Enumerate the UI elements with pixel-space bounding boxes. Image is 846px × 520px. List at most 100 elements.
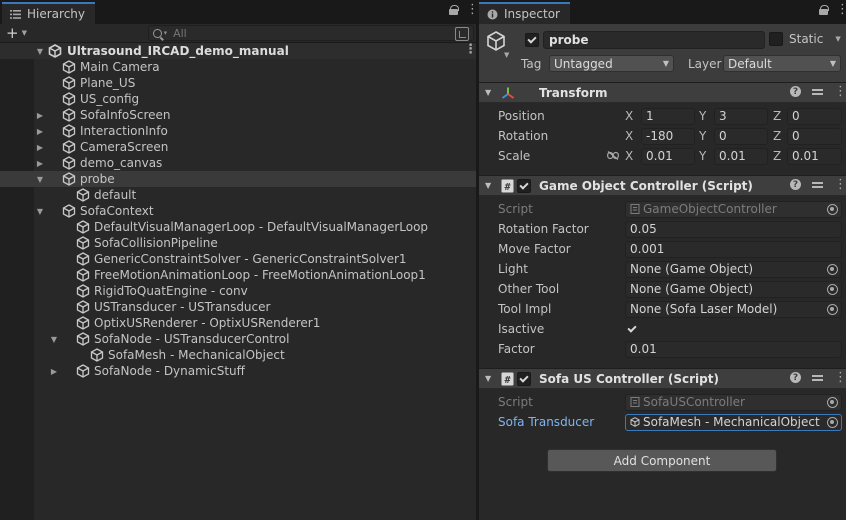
hierarchy-item-sofamesh-mechanicalobject[interactable]: SofaMesh - MechanicalObject [0, 347, 476, 363]
factor-field[interactable]: 0.01 [625, 340, 842, 358]
transform-position-y-input[interactable]: 3 [714, 107, 768, 125]
transform-rotation-x-input[interactable]: -180 [641, 127, 695, 145]
more-options-icon[interactable]: ⋮ [466, 3, 479, 16]
hierarchy-item-default[interactable]: default [0, 187, 476, 203]
hierarchy-item-plane-us[interactable]: Plane_US [0, 75, 476, 91]
hierarchy-search[interactable]: ▾ [148, 25, 474, 41]
static-toggle[interactable]: Static ▼ [769, 32, 841, 46]
transform-header[interactable]: ▼ Transform ? ⋮ [479, 82, 846, 103]
expand-arrow-icon[interactable]: ▼ [36, 207, 44, 216]
help-icon[interactable]: ? [790, 86, 801, 97]
foldout-arrow-icon[interactable]: ▼ [485, 374, 491, 383]
preset-icon[interactable] [812, 179, 823, 190]
rotation-factor-row: Rotation Factor 0.05 [479, 220, 846, 238]
hierarchy-item-demo-canvas[interactable]: ▶ demo_canvas [0, 155, 476, 171]
hierarchy-item-genericconstraintsolver-genericconstraintsolver1[interactable]: GenericConstraintSolver - GenericConstra… [0, 251, 476, 267]
transform-scale-row: Scale X 0.01 Y 0.01 Z 0.01 [479, 147, 846, 165]
object-picker-icon[interactable] [827, 396, 838, 408]
hierarchy-item-defaultvisualmanagerloop-defaultvisualmanagerloop[interactable]: DefaultVisualManagerLoop - DefaultVisual… [0, 219, 476, 235]
transform-rotation-z-input[interactable]: 0 [787, 127, 842, 145]
sofa-us-controller-enabled-checkbox[interactable] [517, 372, 531, 386]
collapse-arrow-icon[interactable]: ▶ [36, 159, 44, 168]
search-input[interactable] [173, 26, 473, 40]
hierarchy-item-sofanode-dynamicstuff[interactable]: ▶ SofaNode - DynamicStuff [0, 363, 476, 379]
create-button[interactable]: + ▼ [6, 24, 27, 42]
transform-position-row: Position X 1 Y 3 Z 0 [479, 107, 846, 125]
foldout-arrow-icon[interactable]: ▼ [485, 181, 491, 190]
scene-row[interactable]: ▼ Ultrasound_IRCAD_demo_manual ⋮ [0, 43, 477, 59]
icon-dropdown-icon[interactable]: ▼ [504, 51, 509, 59]
sofa-transducer-field[interactable]: SofaMesh - MechanicalObject [625, 413, 842, 431]
game-object-controller-header[interactable]: ▼ # Game Object Controller (Script) ? ⋮ [479, 175, 846, 196]
cube-icon[interactable] [485, 30, 507, 52]
game-object-controller-enabled-checkbox[interactable] [517, 179, 531, 193]
hierarchy-item-us-config[interactable]: US_config [0, 91, 476, 107]
hierarchy-item-sofacollisionpipeline[interactable]: SofaCollisionPipeline [0, 235, 476, 251]
tab-hierarchy[interactable]: Hierarchy [2, 2, 96, 24]
object-picker-icon[interactable] [827, 303, 838, 315]
more-options-icon[interactable]: ⋮ [836, 3, 846, 16]
transform-rotation-y-input[interactable]: 0 [714, 127, 768, 145]
static-checkbox[interactable] [769, 32, 783, 46]
preset-icon[interactable] [812, 372, 823, 383]
tool-impl-field[interactable]: None (Sofa Laser Model) [625, 300, 842, 318]
move-factor-field[interactable]: 0.001 [625, 240, 842, 258]
expand-arrow-icon[interactable]: ▼ [36, 175, 44, 184]
transform-position-x-input[interactable]: 1 [641, 107, 695, 125]
collapse-arrow-icon[interactable]: ▶ [36, 127, 44, 136]
help-icon[interactable]: ? [790, 372, 801, 383]
collapse-arrow-icon[interactable]: ▶ [36, 143, 44, 152]
tag-dropdown[interactable]: Untagged ▼ [549, 55, 674, 72]
lock-icon[interactable] [449, 5, 459, 15]
sofa-us-controller-header[interactable]: ▼ # Sofa US Controller (Script) ? ⋮ [479, 368, 846, 389]
collapse-arrow-icon[interactable]: ▶ [50, 367, 58, 376]
hierarchy-item-probe[interactable]: ▼ probe [0, 171, 476, 187]
more-options-icon[interactable]: ⋮ [834, 178, 846, 191]
other-tool-field[interactable]: None (Game Object) [625, 280, 842, 298]
tab-inspector[interactable]: Inspector [479, 2, 570, 24]
light-field[interactable]: None (Game Object) [625, 260, 842, 278]
filter-icon[interactable] [455, 27, 469, 41]
more-options-icon[interactable]: ⋮ [834, 85, 846, 98]
hierarchy-item-interactioninfo[interactable]: ▶ InteractionInfo [0, 123, 476, 139]
hierarchy-item-camerascreen[interactable]: ▶ CameraScreen [0, 139, 476, 155]
object-picker-icon[interactable] [827, 263, 838, 275]
expand-arrow-icon[interactable]: ▼ [36, 47, 44, 56]
preset-icon[interactable] [812, 86, 823, 97]
hierarchy-item-rigidtoquatengine-conv[interactable]: RigidToQuatEngine - conv [0, 283, 476, 299]
transform-position-z-input[interactable]: 0 [787, 107, 842, 125]
lock-icon[interactable] [819, 5, 829, 15]
expand-arrow-icon[interactable]: ▼ [50, 335, 58, 344]
more-options-icon[interactable]: ⋮ [834, 371, 846, 384]
active-checkbox[interactable] [525, 33, 539, 47]
hierarchy-item-freemotionanimationloop-freemotionanimationloop1[interactable]: FreeMotionAnimationLoop - FreeMotionAnim… [0, 267, 476, 283]
transform-scale-x-input[interactable]: 0.01 [641, 147, 695, 165]
chevron-down-icon[interactable]: ▼ [835, 35, 840, 43]
transform-scale-y-input[interactable]: 0.01 [714, 147, 768, 165]
hierarchy-item-sofacontext[interactable]: ▼ SofaContext [0, 203, 476, 219]
hierarchy-item-sofanode-ustransducercontrol[interactable]: ▼ SofaNode - USTransducerControl [0, 331, 476, 347]
object-picker-icon[interactable] [827, 416, 838, 428]
layer-dropdown[interactable]: Default ▼ [723, 55, 841, 72]
hierarchy-item-ustransducer-ustransducer[interactable]: USTransducer - USTransducer [0, 299, 476, 315]
hierarchy-item-sofainfoscreen[interactable]: ▶ SofaInfoScreen [0, 107, 476, 123]
collapse-arrow-icon[interactable]: ▶ [36, 111, 44, 120]
axis-y-label: Y [699, 129, 707, 143]
rotation-factor-field[interactable]: 0.05 [625, 220, 842, 238]
hierarchy-item-optixusrenderer-optixusrenderer1[interactable]: OptixUSRenderer - OptixUSRenderer1 [0, 315, 476, 331]
constrain-proportions-icon[interactable] [607, 151, 619, 160]
hierarchy-item-label: SofaCollisionPipeline [94, 236, 218, 250]
foldout-arrow-icon[interactable]: ▼ [485, 88, 491, 97]
cube-icon [76, 364, 90, 378]
object-name-field[interactable]: probe [543, 31, 765, 49]
isactive-checkbox[interactable] [625, 322, 639, 336]
object-picker-icon[interactable] [827, 203, 838, 215]
transform-rotation-row: Rotation X -180 Y 0 Z 0 [479, 127, 846, 145]
hierarchy-item-main-camera[interactable]: Main Camera [0, 59, 476, 75]
object-picker-icon[interactable] [827, 283, 838, 295]
add-component-button[interactable]: Add Component [547, 449, 777, 472]
transform-scale-z-input[interactable]: 0.01 [787, 147, 842, 165]
scene-options-icon[interactable]: ⋮ [464, 43, 477, 56]
hierarchy-toolbar: + ▼ ▾ [0, 24, 476, 43]
help-icon[interactable]: ? [790, 179, 801, 190]
